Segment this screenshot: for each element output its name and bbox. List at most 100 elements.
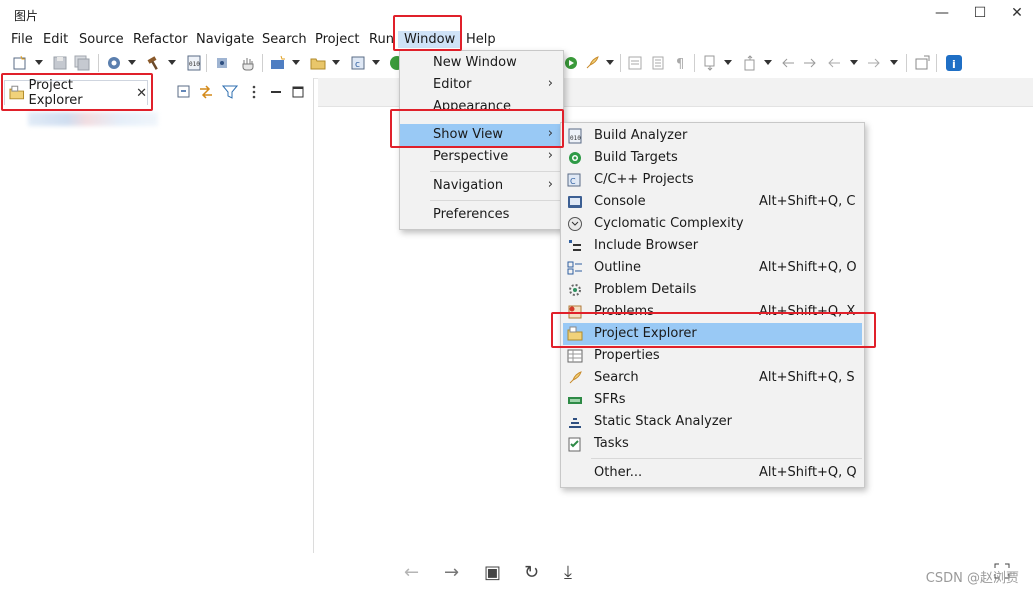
new-file-icon[interactable]: [12, 55, 28, 71]
menu-source[interactable]: Source: [75, 32, 128, 47]
menu-file[interactable]: File: [7, 32, 37, 47]
info-icon[interactable]: i: [946, 55, 962, 71]
project-tree-item[interactable]: [28, 112, 158, 126]
open-perspective-icon[interactable]: [914, 55, 930, 71]
rotate-icon[interactable]: ↻: [524, 562, 539, 583]
highlight-box-project-explorer-tab: [1, 73, 153, 111]
menu-navigate[interactable]: Navigate: [192, 32, 258, 47]
arrow-right-icon[interactable]: →: [444, 562, 459, 583]
prev-annotation-icon[interactable]: [742, 55, 758, 71]
show-view-item-properties[interactable]: Properties: [561, 345, 864, 367]
show-view-item-static-stack-analyzer[interactable]: Static Stack Analyzer: [561, 411, 864, 433]
open-folder-icon[interactable]: [310, 55, 326, 71]
window-menu-item-editor[interactable]: Editor ›: [400, 74, 563, 96]
chevron-right-icon: ›: [547, 177, 553, 192]
launch-dropdown-icon[interactable]: [606, 60, 614, 65]
prev-annotation-dropdown-icon[interactable]: [764, 60, 772, 65]
menu-item-label: Console: [594, 194, 646, 209]
cpp-projects-icon: C: [567, 173, 581, 187]
close-button[interactable]: ✕: [997, 0, 1033, 26]
window-title: 图片: [14, 9, 39, 23]
new-class-icon[interactable]: c: [350, 55, 366, 71]
window-menu-item-perspective[interactable]: Perspective ›: [400, 146, 563, 168]
menu-refactor[interactable]: Refactor: [129, 32, 192, 47]
redo-edit-icon[interactable]: [802, 55, 818, 71]
next-annotation-dropdown-icon[interactable]: [724, 60, 732, 65]
build-dropdown-icon[interactable]: [168, 60, 176, 65]
target-icon[interactable]: [214, 55, 230, 71]
menu-search[interactable]: Search: [258, 32, 311, 47]
debug-dropdown-icon[interactable]: [128, 60, 136, 65]
svg-text:010: 010: [570, 135, 581, 142]
window-menu-item-preferences[interactable]: Preferences: [400, 204, 563, 226]
show-view-item-outline[interactable]: Outline Alt+Shift+Q, O: [561, 257, 864, 279]
menu-item-label: C/C++ Projects: [594, 172, 694, 187]
console-icon: [568, 196, 582, 208]
show-view-item-cpp-projects[interactable]: C C/C++ Projects: [561, 169, 864, 191]
arrow-left-icon[interactable]: ←: [404, 562, 419, 583]
folder-dropdown-icon[interactable]: [332, 60, 340, 65]
show-view-item-console[interactable]: Console Alt+Shift+Q, C: [561, 191, 864, 213]
back-icon[interactable]: [826, 55, 842, 71]
menu-help[interactable]: Help: [462, 32, 500, 47]
filter-icon[interactable]: [222, 84, 238, 100]
problem-details-icon: [569, 284, 581, 296]
tasks-icon: [568, 437, 581, 452]
new-project-dropdown-icon[interactable]: [292, 60, 300, 65]
whitespace-icon[interactable]: ¶: [673, 55, 689, 71]
collapse-all-icon[interactable]: [176, 84, 192, 100]
maximize-view-icon[interactable]: [290, 84, 306, 100]
menu-item-label: Navigation: [433, 178, 504, 193]
new-dropdown-icon[interactable]: [35, 60, 43, 65]
save-icon[interactable]: [52, 55, 68, 71]
show-view-item-sfrs[interactable]: SFRs: [561, 389, 864, 411]
class-dropdown-icon[interactable]: [372, 60, 380, 65]
static-stack-analyzer-icon: [569, 418, 581, 428]
build-hammer-icon[interactable]: [146, 55, 162, 71]
show-view-item-cyclomatic-complexity[interactable]: Cyclomatic Complexity: [561, 213, 864, 235]
show-view-item-build-analyzer[interactable]: 010 Build Analyzer: [561, 125, 864, 147]
new-project-icon[interactable]: [270, 55, 286, 71]
svg-text:C: C: [570, 177, 576, 186]
window-menu-item-navigation[interactable]: Navigation ›: [400, 175, 563, 197]
toolbar-separator: [262, 54, 263, 72]
fit-screen-icon[interactable]: ▣: [484, 562, 501, 583]
debug-config-icon[interactable]: [106, 55, 122, 71]
download-icon[interactable]: ⤓: [564, 562, 572, 583]
binary-icon[interactable]: 010: [186, 55, 202, 71]
outline-icon: [567, 261, 582, 275]
hand-icon[interactable]: [240, 55, 256, 71]
block-select-icon[interactable]: [650, 55, 666, 71]
show-view-item-build-targets[interactable]: Build Targets: [561, 147, 864, 169]
minimize-view-icon[interactable]: [268, 84, 284, 100]
last-edit-icon[interactable]: [780, 55, 796, 71]
view-menu-icon[interactable]: [246, 84, 262, 100]
toggle-mark-icon[interactable]: [627, 55, 643, 71]
link-with-editor-icon[interactable]: [198, 84, 214, 100]
show-view-item-other[interactable]: Other... Alt+Shift+Q, Q: [561, 462, 864, 484]
forward-dropdown-icon[interactable]: [890, 60, 898, 65]
show-view-item-tasks[interactable]: Tasks: [561, 433, 864, 455]
menu-item-accelerator: Alt+Shift+Q, Q: [759, 465, 857, 480]
save-all-icon[interactable]: [74, 55, 90, 71]
watermark: CSDN @赵浏贾: [925, 571, 1019, 586]
highlight-box-window-menu: [393, 15, 462, 51]
show-view-item-problem-details[interactable]: Problem Details: [561, 279, 864, 301]
next-annotation-icon[interactable]: [702, 55, 718, 71]
back-dropdown-icon[interactable]: [850, 60, 858, 65]
run-config-icon[interactable]: [563, 55, 579, 71]
launch-icon[interactable]: [584, 55, 600, 71]
show-view-item-include-browser[interactable]: Include Browser: [561, 235, 864, 257]
project-explorer-toolbar: [170, 82, 310, 102]
window-menu-item-new-window[interactable]: New Window: [400, 52, 563, 74]
show-view-item-search[interactable]: Search Alt+Shift+Q, S: [561, 367, 864, 389]
toolbar-separator: [98, 54, 99, 72]
menu-edit[interactable]: Edit: [39, 32, 72, 47]
menu-item-accelerator: Alt+Shift+Q, O: [759, 260, 857, 275]
forward-icon[interactable]: [866, 55, 882, 71]
minimize-button[interactable]: —: [922, 0, 962, 26]
window-menu-item-appearance[interactable]: Appearance: [400, 96, 563, 110]
maximize-button[interactable]: ☐: [960, 0, 1000, 26]
menu-project[interactable]: Project: [311, 32, 363, 47]
toolbar-separator: [620, 54, 621, 72]
